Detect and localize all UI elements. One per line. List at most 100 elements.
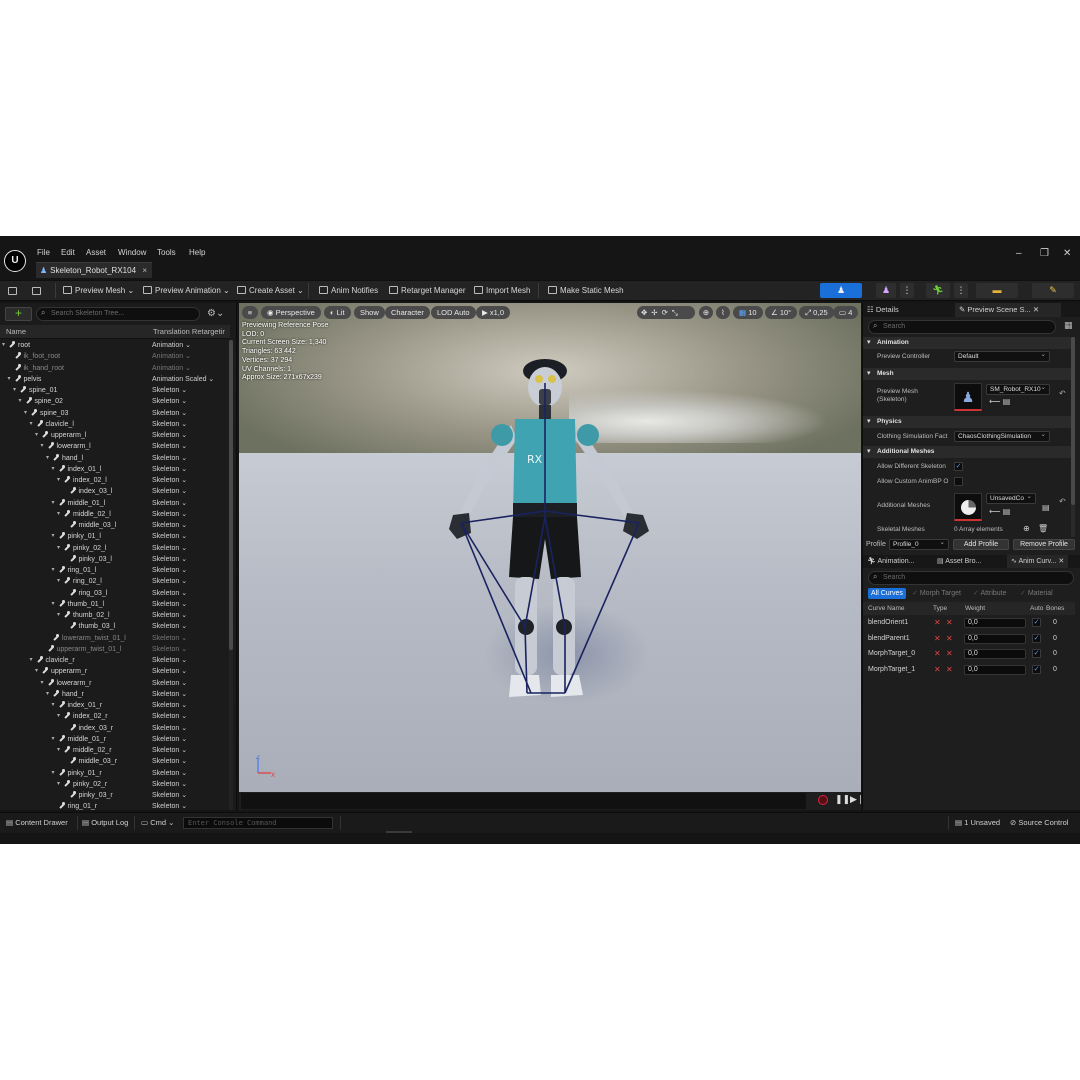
expand-toggle-icon[interactable]: ▾ [52, 734, 55, 745]
translation-retargeting-dropdown[interactable]: Skeleton ⌄ [152, 689, 187, 700]
bone-row[interactable]: ▾ upperarm_l Skeleton ⌄ [0, 430, 230, 441]
expand-toggle-icon[interactable]: ▾ [52, 700, 55, 711]
preview-viewport[interactable]: RX ≡ ◉ Perspective ◐ Lit Show Character … [239, 303, 861, 792]
tab-asset-browser[interactable]: ▤ Asset Bro... [937, 555, 981, 568]
translation-retargeting-dropdown[interactable]: Animation ⌄ [152, 340, 191, 351]
bone-row[interactable]: ▾ middle_02_r Skeleton ⌄ [0, 745, 230, 756]
make-static-mesh-button[interactable]: Make Static Mesh [548, 284, 624, 297]
section-physics[interactable]: Physics [863, 416, 1071, 428]
material-type-icon[interactable]: ✕ [946, 619, 953, 627]
translation-retargeting-dropdown[interactable]: Skeleton ⌄ [152, 475, 187, 486]
mesh-mode-options-icon[interactable]: ⋮ [900, 283, 914, 298]
expand-toggle-icon[interactable]: ▾ [8, 374, 11, 385]
morph-type-icon[interactable]: ✕ [934, 666, 941, 674]
lit-button[interactable]: ◐ Lit [324, 306, 351, 319]
allow-different-skeleton-checkbox[interactable]: ✓ [954, 462, 963, 471]
expand-toggle-icon[interactable]: ▾ [52, 599, 55, 610]
translation-retargeting-dropdown[interactable]: Skeleton ⌄ [152, 779, 187, 790]
source-control-button[interactable]: ⊘ Source Control [1010, 818, 1068, 827]
translation-retargeting-dropdown[interactable]: Skeleton ⌄ [152, 745, 187, 756]
translation-retargeting-dropdown[interactable]: Skeleton ⌄ [152, 756, 187, 767]
bone-row[interactable]: ▾ hand_r Skeleton ⌄ [0, 689, 230, 700]
filter-material[interactable]: ✓ Material [1017, 588, 1056, 599]
transform-tools-group[interactable]: ✥✢⟳⤡ [637, 306, 695, 319]
material-type-icon[interactable]: ✕ [946, 634, 953, 643]
material-type-icon[interactable]: ✕ [946, 666, 953, 674]
cmd-dropdown[interactable]: ▭ Cmd ⌄ [141, 818, 174, 827]
material-type-icon[interactable]: ✕ [946, 650, 953, 658]
auto-checkbox[interactable]: ✓ [1032, 665, 1041, 675]
translation-retargeting-dropdown[interactable]: Skeleton ⌄ [152, 385, 187, 396]
col-curve-name[interactable]: Curve Name [868, 605, 904, 612]
use-selected-icon[interactable]: ⟵ ▤ [989, 397, 1010, 406]
rotation-snap-button[interactable]: ∠ 10° [765, 306, 798, 319]
translation-retargeting-dropdown[interactable]: Skeleton ⌄ [152, 430, 187, 441]
expand-toggle-icon[interactable]: ▾ [52, 531, 55, 542]
translation-retargeting-dropdown[interactable]: Skeleton ⌄ [152, 441, 187, 452]
expand-toggle-icon[interactable]: ▾ [57, 610, 60, 621]
physics-mode-button[interactable]: ✎ [1032, 283, 1074, 298]
bone-row[interactable]: middle_03_l Skeleton ⌄ [0, 520, 230, 531]
character-button[interactable]: Character [385, 306, 430, 319]
bone-row[interactable]: ▾ ring_01_l Skeleton ⌄ [0, 565, 230, 576]
import-mesh-button[interactable]: Import Mesh [474, 284, 530, 297]
record-icon[interactable] [818, 795, 828, 805]
expand-toggle-icon[interactable]: ▾ [57, 711, 60, 722]
use-selected-icon[interactable]: ⟵ ▤ [989, 507, 1010, 516]
preview-animation-button[interactable]: Preview Animation ⌄ [143, 284, 230, 297]
bone-row[interactable]: ▾ hand_l Skeleton ⌄ [0, 453, 230, 464]
console-command-input[interactable]: Enter Console Command [183, 817, 333, 829]
column-name-header[interactable]: Name [6, 327, 26, 336]
expand-toggle-icon[interactable]: ▾ [46, 689, 49, 700]
col-type[interactable]: Type [933, 605, 947, 612]
save-asset-icon[interactable]: ▤ [1042, 503, 1050, 512]
filter-all-curves[interactable]: All Curves [868, 588, 906, 599]
expand-toggle-icon[interactable]: ▾ [35, 666, 38, 677]
restore-button[interactable]: ❐ [1040, 248, 1049, 259]
content-drawer-button[interactable]: ▤ Content Drawer [6, 818, 68, 827]
preview-mesh-button[interactable]: Preview Mesh ⌄ [63, 284, 134, 297]
bone-row[interactable]: thumb_03_l Skeleton ⌄ [0, 621, 230, 632]
section-mesh[interactable]: Mesh [863, 368, 1071, 380]
animation-mode-options-icon[interactable]: ⋮ [954, 283, 968, 298]
curve-row[interactable]: blendOrient1 ✕ ✕ 0,0 ✓ 0 [868, 616, 1068, 630]
curve-row[interactable]: MorphTarget_1 ✕ ✕ 0,0 ✓ 0 [868, 663, 1068, 677]
translation-retargeting-dropdown[interactable]: Skeleton ⌄ [152, 723, 187, 734]
column-translation-header[interactable]: Translation Retargetir [153, 327, 225, 336]
bone-row[interactable]: ▾ clavicle_r Skeleton ⌄ [0, 655, 230, 666]
bone-row[interactable]: lowerarm_twist_01_l Skeleton ⌄ [0, 633, 230, 644]
minimize-button[interactable]: – [1016, 248, 1022, 259]
expand-toggle-icon[interactable]: ▾ [30, 419, 33, 430]
bone-row[interactable]: index_03_r Skeleton ⌄ [0, 723, 230, 734]
preview-mesh-thumbnail[interactable]: ♟ [954, 383, 982, 411]
filter-attribute[interactable]: ✓ Attribute [970, 588, 1010, 599]
bone-row[interactable]: ▾ lowerarm_r Skeleton ⌄ [0, 678, 230, 689]
translation-retargeting-dropdown[interactable]: Skeleton ⌄ [152, 734, 187, 745]
perspective-button[interactable]: ◉ Perspective [261, 306, 321, 319]
translation-retargeting-dropdown[interactable]: Skeleton ⌄ [152, 509, 187, 520]
add-element-icon[interactable]: ⊕ [1023, 524, 1030, 533]
expand-toggle-icon[interactable]: ▾ [52, 464, 55, 475]
animation-mode-button[interactable]: 🏃︎ [926, 283, 950, 298]
bone-row[interactable]: ik_hand_root Animation ⌄ [0, 363, 230, 374]
close-window-button[interactable]: ✕ [1063, 248, 1071, 259]
translation-retargeting-dropdown[interactable]: Skeleton ⌄ [152, 396, 187, 407]
bone-row[interactable]: middle_03_r Skeleton ⌄ [0, 756, 230, 767]
translation-retargeting-dropdown[interactable]: Skeleton ⌄ [152, 644, 187, 655]
create-asset-button[interactable]: Create Asset ⌄ [237, 284, 304, 297]
curve-weight-input[interactable]: 0,0 [964, 649, 1026, 660]
bone-row[interactable]: ▾ index_02_l Skeleton ⌄ [0, 475, 230, 486]
close-tab-icon[interactable]: × [142, 263, 147, 279]
translation-retargeting-dropdown[interactable]: Skeleton ⌄ [152, 520, 187, 531]
translation-retargeting-dropdown[interactable]: Animation ⌄ [152, 363, 191, 374]
curve-row[interactable]: blendParent1 ✕ ✕ 0,0 ✓ 0 [868, 632, 1068, 646]
expand-toggle-icon[interactable]: ▾ [57, 543, 60, 554]
add-socket-button[interactable]: + [5, 307, 32, 321]
viewport-menu-button[interactable]: ≡ [242, 306, 258, 319]
anim-notifies-button[interactable]: Anim Notifies [319, 284, 378, 297]
preview-controller-dropdown[interactable]: Default [954, 351, 1050, 362]
tab-preview-scene[interactable]: ✎ Preview Scene S... ✕ [955, 303, 1061, 317]
expand-toggle-icon[interactable]: ▾ [57, 509, 60, 520]
translation-retargeting-dropdown[interactable]: Skeleton ⌄ [152, 711, 187, 722]
curves-search-input[interactable]: ⌕ Search [868, 571, 1074, 585]
